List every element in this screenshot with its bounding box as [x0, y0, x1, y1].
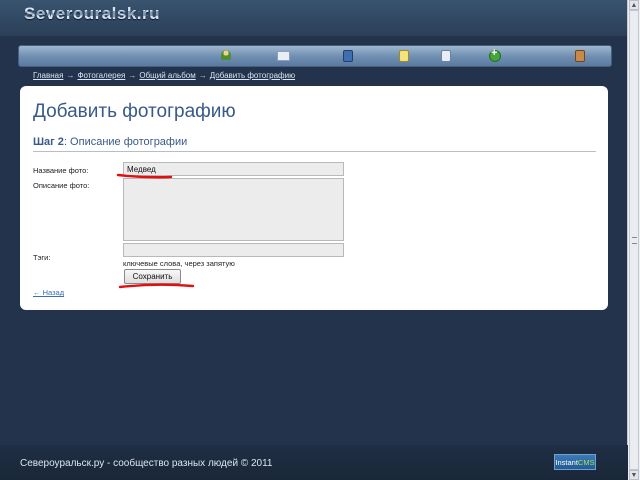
copy-icon[interactable] — [441, 50, 451, 62]
site-logo-reflection: Severouralsk.ru — [24, 8, 161, 19]
content-card: Добавить фотографию Шаг 2: Описание фото… — [20, 86, 608, 310]
tags-input[interactable] — [123, 243, 344, 257]
site-footer: Североуральск.ру - сообщество разных люд… — [0, 445, 628, 480]
powered-by-name: Instant — [555, 458, 578, 467]
site-header: Severouralsk.ru Severouralsk.ru — [0, 0, 628, 36]
scrollbar-grip-icon — [632, 237, 637, 244]
photo-name-label: Название фото: — [33, 166, 89, 175]
red-underline-annotation — [118, 283, 195, 289]
book-icon[interactable] — [343, 50, 353, 62]
scrollbar-thumb[interactable] — [629, 10, 639, 470]
photo-description-textarea[interactable] — [123, 178, 344, 241]
add-icon[interactable] — [489, 47, 501, 62]
step-heading: Шаг 2: Описание фотографии — [33, 136, 187, 148]
red-underline-annotation — [116, 173, 173, 179]
breadcrumb: Главная → Фотогалерея → Общий альбом → Добавит… — [33, 71, 295, 80]
breadcrumb-add-photo[interactable]: Добавить фотографию — [210, 71, 295, 80]
scrollbar[interactable]: ▲ ▼ — [627, 0, 640, 480]
breadcrumb-separator: → — [66, 71, 75, 80]
step-text: : Описание фотографии — [63, 136, 188, 148]
document-icon[interactable] — [399, 50, 409, 62]
mail-icon[interactable] — [277, 51, 290, 61]
breadcrumb-photogallery[interactable]: Фотогалерея — [77, 71, 125, 80]
breadcrumb-home[interactable]: Главная — [33, 71, 63, 80]
heading-divider — [33, 151, 596, 152]
breadcrumb-common-album[interactable]: Общий альбом — [139, 71, 195, 80]
powered-by-badge[interactable]: InstantCMS — [554, 454, 596, 470]
scroll-down-arrow-icon[interactable]: ▼ — [629, 470, 639, 480]
breadcrumb-separator: → — [128, 71, 137, 80]
breadcrumb-separator: → — [198, 71, 207, 80]
photo-description-label: Описание фото: — [33, 181, 90, 190]
user-icon[interactable] — [221, 50, 231, 60]
profile-icon[interactable] — [575, 50, 585, 62]
footer-copyright: Североуральск.ру - сообщество разных люд… — [20, 458, 273, 469]
step-label: Шаг 2 — [33, 136, 64, 148]
scroll-up-arrow-icon[interactable]: ▲ — [629, 0, 639, 10]
tags-label: Тэги: — [33, 253, 51, 262]
main-menu-bar — [18, 45, 612, 67]
powered-by-suffix: CMS — [577, 458, 595, 467]
page-title: Добавить фотографию — [33, 101, 236, 122]
back-link[interactable]: ← Назад — [33, 288, 64, 297]
tags-hint: ключевые слова, через запятую — [123, 259, 235, 268]
